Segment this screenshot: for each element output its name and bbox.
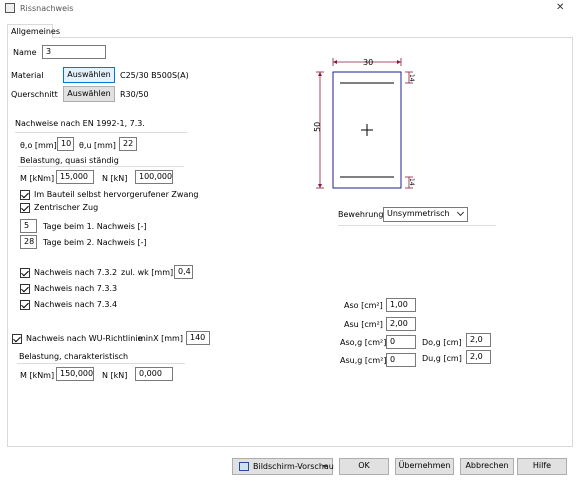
m-label: M [kNm] [20,174,55,183]
name-label: Name [13,48,37,57]
monitor-icon [239,462,249,471]
theta-u-input[interactable]: 22 [119,137,137,151]
dog-input[interactable]: 2,0 [466,333,491,347]
days2-input[interactable]: 28 [20,235,37,249]
days2-label: Tage beim 2. Nachweis [-] [43,238,147,247]
ok-button[interactable]: OK [339,458,389,475]
theta-o-input[interactable]: 10 [57,137,74,151]
help-button[interactable]: Hilfe [517,458,567,475]
material-label: Material [11,71,44,80]
section-select-button[interactable]: Auswählen [63,86,115,102]
section-value: R30/50 [120,90,149,99]
minx-label: minX [mm] [138,334,183,343]
n-label: N [kN] [102,174,128,183]
asug-input[interactable]: 0 [386,353,416,367]
check-733-checkbox[interactable] [20,284,30,294]
close-icon[interactable]: ✕ [556,3,564,13]
reinforcement-select[interactable]: Unsymmetrisch [383,207,468,222]
theta-u-label: θ,u [mm] [79,141,116,150]
tab-label: Allgemeines [11,27,61,36]
constraint-checkbox[interactable] [20,190,30,200]
height-label: 50 [313,122,322,132]
top-cover-label: 14 [408,74,415,82]
chevron-down-icon [456,208,465,217]
asu-label: Asu [cm²] [344,320,383,329]
theta-o-label: θ,o [mm] [20,141,57,150]
n-input[interactable]: 100,000 [135,170,173,184]
wk-input[interactable]: 0,4 [174,265,193,279]
dug-input[interactable]: 2,0 [466,350,491,364]
m-input[interactable]: 15,000 [56,170,94,184]
check-732-label: Nachweis nach 7.3.2 [34,268,118,277]
days1-label: Tage beim 1. Nachweis [-] [43,222,147,231]
check-732-checkbox[interactable] [20,268,30,278]
window-title: Rissnachweis [20,4,74,13]
wu-checkbox[interactable] [12,334,22,344]
section-label: Querschnitt [11,90,58,99]
aso-input[interactable]: 1,00 [386,298,416,312]
asug-label: Asu,g [cm²] [340,356,387,365]
preview-dropdown-button[interactable]: Bildschirm-Vorschau [232,458,334,475]
en-heading: Nachweise nach EN 1992-1, 7.3. [15,119,145,128]
divider [338,225,496,226]
check-733-label: Nachweis nach 7.3.3 [34,284,118,293]
tension-label: Zentrischer Zug [34,203,99,212]
load-char-heading: Belastung, charakteristisch [19,352,129,361]
name-input[interactable]: 3 [42,45,106,59]
bottom-cover-label: 14 [408,178,415,186]
dog-label: Do,g [cm] [422,338,462,347]
cross-section-drawing: 30 50 14 14 [313,58,415,189]
cancel-button[interactable]: Abbrechen [460,458,514,475]
divider [17,363,185,364]
divider [18,166,184,167]
wu-m-input[interactable]: 150,000 [56,367,94,381]
check-734-checkbox[interactable] [20,300,30,310]
wu-m-label: M [kNm] [20,371,55,380]
days1-input[interactable]: 5 [20,219,37,233]
tab-allgemeines[interactable]: Allgemeines [7,24,60,38]
reinforcement-label: Bewehrung [338,210,384,219]
reinforcement-selected: Unsymmetrisch [387,209,450,218]
wu-label: Nachweis nach WU-Richtlinie [26,334,143,343]
divider [15,132,187,133]
wu-n-label: N [kN] [102,371,128,380]
app-icon [5,3,15,13]
aso-label: Aso [cm²] [344,301,383,310]
title-bar: Rissnachweis ✕ [0,0,580,18]
tension-checkbox[interactable] [20,203,30,213]
material-value: C25/30 B500S(A) [120,71,189,80]
load-quasi-heading: Belastung, quasi ständig [20,156,119,165]
dug-label: Du,g [cm] [422,354,462,363]
material-select-button[interactable]: Auswählen [63,67,115,83]
wu-n-input[interactable]: 0,000 [135,367,173,381]
constraint-label: Im Bauteil selbst hervorgerufener Zwang [34,190,199,199]
check-734-label: Nachweis nach 7.3.4 [34,300,118,309]
wk-label: zul. wk [mm] [121,268,174,277]
asog-input[interactable]: 0 [386,335,416,349]
asu-input[interactable]: 2,00 [386,317,416,331]
apply-button[interactable]: Übernehmen [395,458,454,475]
asog-label: Aso,g [cm²] [340,338,387,347]
chevron-down-icon [322,465,328,468]
minx-input[interactable]: 140 [186,331,210,345]
width-label: 30 [363,58,373,67]
